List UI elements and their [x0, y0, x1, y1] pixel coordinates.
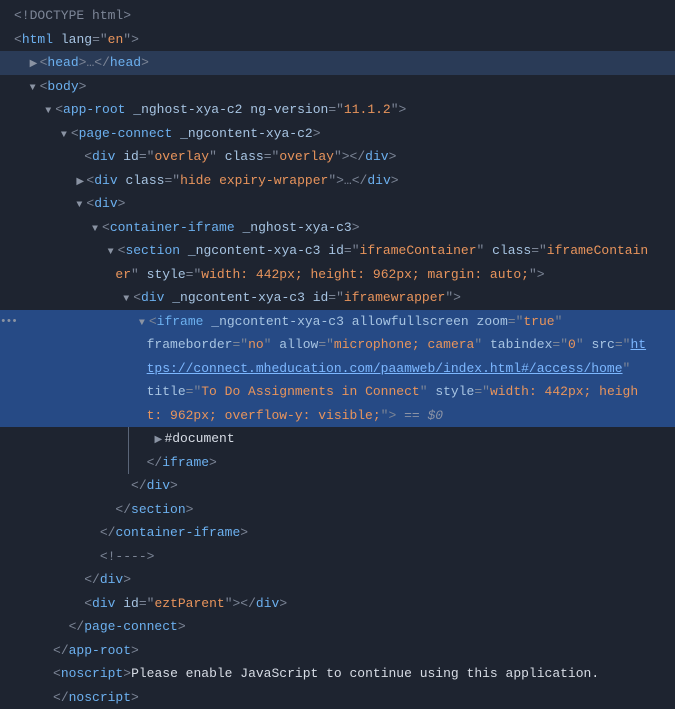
- collapse-icon[interactable]: ▼: [108, 245, 118, 260]
- collapse-icon[interactable]: ▼: [30, 81, 40, 96]
- dom-line-noscript-close[interactable]: </noscript>: [0, 686, 675, 709]
- collapse-icon[interactable]: ▼: [139, 316, 149, 331]
- dom-line-iframe-2[interactable]: frameborder="no" allow="microphone; came…: [0, 333, 675, 357]
- dom-line-document[interactable]: ▶#document: [0, 427, 675, 451]
- dom-line-comment[interactable]: <!---->: [0, 545, 675, 569]
- dom-line-eztparent[interactable]: <div id="eztParent"></div>: [0, 592, 675, 616]
- collapse-icon[interactable]: ▼: [92, 222, 102, 237]
- dom-line-page-connect[interactable]: ▼<page-connect _ngcontent-xya-c2>: [0, 122, 675, 146]
- collapse-icon[interactable]: ▼: [61, 128, 71, 143]
- expand-icon[interactable]: ▶: [154, 433, 164, 448]
- dom-line-app-root[interactable]: ▼<app-root _nghost-xya-c2 ng-version="11…: [0, 98, 675, 122]
- dom-line-iframe-1[interactable]: ••• ▼<iframe _ngcontent-xya-c3 allowfull…: [0, 310, 675, 334]
- collapse-icon[interactable]: ▼: [76, 198, 86, 213]
- dom-line-expiry[interactable]: ▶<div class="hide expiry-wrapper">…</div…: [0, 169, 675, 193]
- dom-line-section-close[interactable]: </section>: [0, 498, 675, 522]
- dom-line-app-root-close[interactable]: </app-root>: [0, 639, 675, 663]
- overflow-icon[interactable]: •••: [0, 314, 17, 331]
- dom-line-iframe-close[interactable]: </iframe>: [0, 451, 675, 475]
- dom-line-iframe-3[interactable]: tps://connect.mheducation.com/paamweb/in…: [0, 357, 675, 381]
- dom-line-wrapper-div[interactable]: ▼<div>: [0, 192, 675, 216]
- dom-line-container-iframe-close[interactable]: </container-iframe>: [0, 521, 675, 545]
- selected-node-marker: == $0: [396, 408, 443, 423]
- dom-line-iframe-5[interactable]: t: 962px; overflow-y: visible;"> == $0: [0, 404, 675, 428]
- collapse-icon[interactable]: ▼: [123, 292, 133, 307]
- collapse-icon[interactable]: ▼: [45, 104, 55, 119]
- dom-line-wrapper-close[interactable]: </div>: [0, 568, 675, 592]
- dom-line-iframewrapper-close[interactable]: </div>: [0, 474, 675, 498]
- dom-line-page-connect-close[interactable]: </page-connect>: [0, 615, 675, 639]
- dom-line-doctype[interactable]: <!DOCTYPE html>: [0, 4, 675, 28]
- expand-icon[interactable]: ▶: [30, 57, 40, 72]
- dom-line-iframe-4[interactable]: title="To Do Assignments in Connect" sty…: [0, 380, 675, 404]
- dom-line-container-iframe[interactable]: ▼<container-iframe _nghost-xya-c3>: [0, 216, 675, 240]
- dom-line-body-open[interactable]: ▼<body>: [0, 75, 675, 99]
- dom-line-head[interactable]: ▶<head>…</head>: [0, 51, 675, 75]
- dom-line-overlay[interactable]: <div id="overlay" class="overlay"></div>: [0, 145, 675, 169]
- dom-line-iframewrapper[interactable]: ▼<div _ngcontent-xya-c3 id="iframewrappe…: [0, 286, 675, 310]
- doctype-text: <!DOCTYPE html>: [14, 8, 131, 23]
- dom-line-html-open[interactable]: <html lang="en">: [0, 28, 675, 52]
- dom-line-noscript[interactable]: <noscript>Please enable JavaScript to co…: [0, 662, 675, 686]
- expand-icon[interactable]: ▶: [76, 175, 86, 190]
- dom-line-section-2[interactable]: er" style="width: 442px; height: 962px; …: [0, 263, 675, 287]
- dom-line-section-1[interactable]: ▼<section _ngcontent-xya-c3 id="iframeCo…: [0, 239, 675, 263]
